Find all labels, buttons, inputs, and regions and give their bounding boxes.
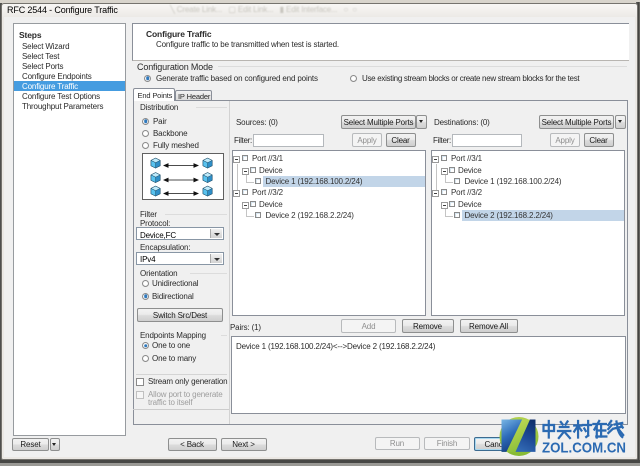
svg-text:ZOL.COM.CN: ZOL.COM.CN [542, 439, 626, 456]
